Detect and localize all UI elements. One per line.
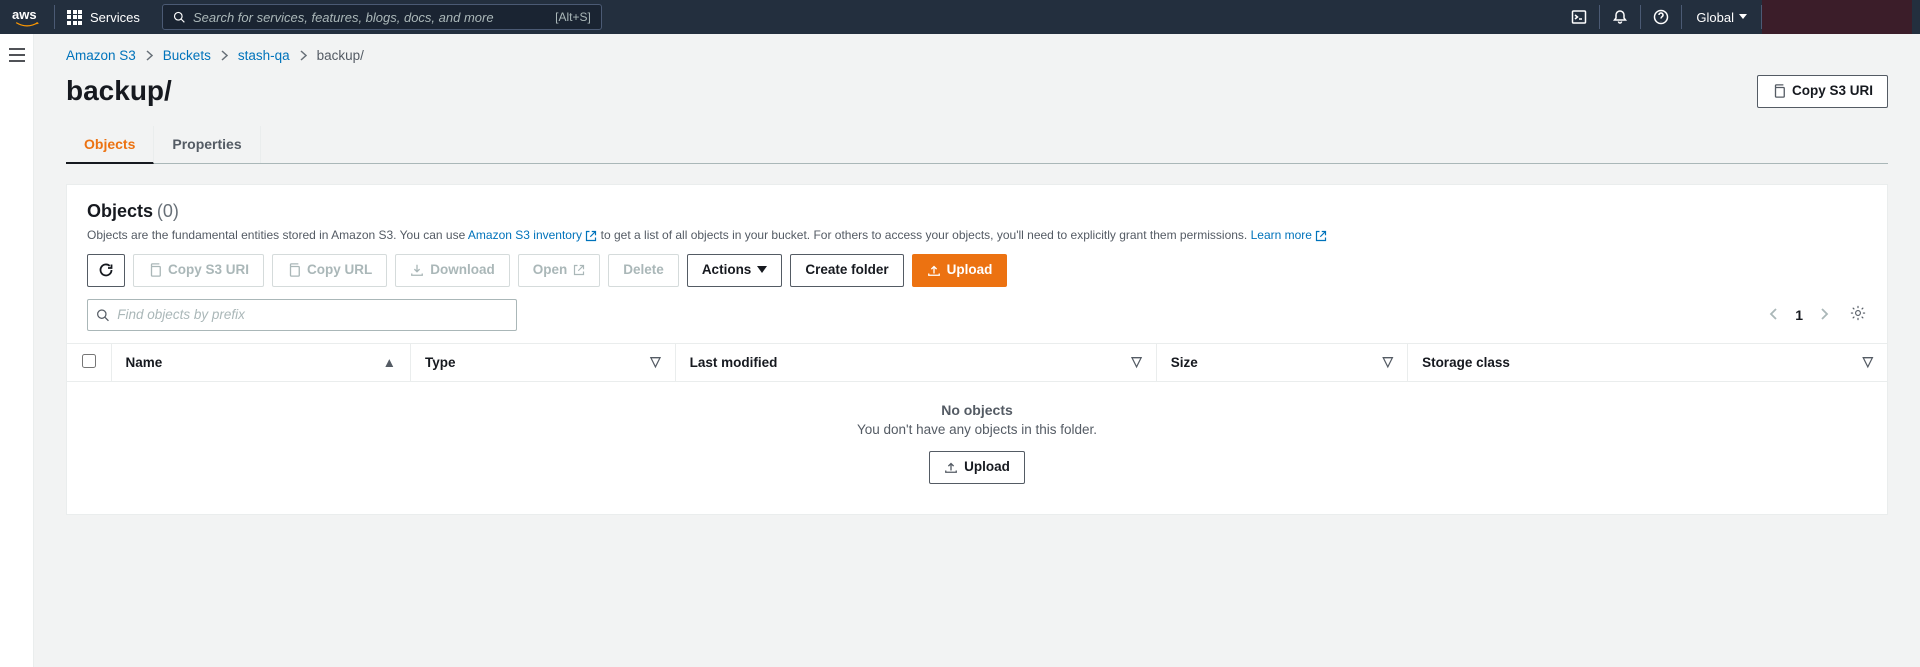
chevron-right-icon [300, 50, 307, 61]
hamburger-icon [9, 48, 25, 62]
col-last-modified[interactable]: Last modified [690, 355, 778, 370]
services-label: Services [90, 10, 140, 25]
page-current: 1 [1795, 307, 1803, 323]
main-content: Amazon S3 Buckets stash-qa backup/ backu… [34, 34, 1920, 667]
help-button[interactable] [1641, 0, 1681, 34]
breadcrumb-amazon-s3[interactable]: Amazon S3 [66, 48, 136, 63]
col-size[interactable]: Size [1171, 355, 1198, 370]
search-icon [96, 308, 109, 322]
prefix-filter[interactable] [87, 299, 517, 331]
copy-icon [287, 263, 301, 277]
download-button[interactable]: Download [395, 254, 510, 287]
cloudshell-button[interactable] [1559, 0, 1599, 34]
side-rail [0, 34, 34, 667]
copy-s3-uri-top-button[interactable]: Copy S3 URI [1757, 75, 1888, 108]
top-nav-right: Global [1559, 0, 1912, 34]
sort-asc-icon: ▲ [383, 355, 396, 370]
chevron-left-icon [1769, 308, 1777, 320]
copy-url-button[interactable]: Copy URL [272, 254, 387, 287]
search-shortcut: [Alt+S] [555, 10, 591, 24]
hamburger-button[interactable] [9, 48, 25, 667]
empty-subtitle: You don't have any objects in this folde… [67, 422, 1887, 437]
upload-button[interactable]: Upload [912, 254, 1008, 287]
cloudshell-icon [1571, 9, 1587, 25]
prefix-input[interactable] [117, 307, 508, 322]
help-icon [1653, 9, 1669, 25]
breadcrumb-buckets[interactable]: Buckets [163, 48, 211, 63]
refresh-icon [98, 262, 114, 278]
caret-down-icon [757, 266, 767, 274]
upload-icon [927, 263, 941, 277]
page-next[interactable] [1815, 305, 1835, 325]
link-learn-more[interactable]: Learn more [1251, 228, 1328, 242]
empty-state: No objects You don't have any objects in… [67, 382, 1887, 514]
table-settings-button[interactable] [1849, 304, 1867, 325]
services-grid-icon [67, 10, 82, 25]
empty-title: No objects [67, 402, 1887, 418]
tabs: Objects Properties [66, 126, 1888, 164]
aws-logo[interactable]: aws [0, 0, 54, 34]
objects-panel: Objects (0) Objects are the fundamental … [66, 184, 1888, 515]
pagination: 1 [1763, 305, 1835, 325]
select-all-checkbox[interactable] [82, 354, 96, 368]
download-icon [410, 263, 424, 277]
top-nav-left: aws Services [Alt+S] [0, 0, 602, 34]
sort-icon: ▽ [1131, 354, 1141, 370]
breadcrumbs: Amazon S3 Buckets stash-qa backup/ [66, 48, 1888, 63]
actions-dropdown[interactable]: Actions [687, 254, 783, 287]
external-link-icon [573, 264, 585, 276]
objects-table: Name▲ Type▽ Last modified▽ Size▽ Storage [67, 343, 1887, 514]
sort-icon: ▽ [650, 354, 660, 370]
refresh-button[interactable] [87, 254, 125, 287]
empty-upload-button[interactable]: Upload [929, 451, 1025, 484]
panel-title: Objects [87, 201, 153, 221]
tab-properties[interactable]: Properties [154, 126, 260, 163]
open-button[interactable]: Open [518, 254, 601, 287]
chevron-right-icon [146, 50, 153, 61]
sort-icon: ▽ [1383, 354, 1393, 370]
col-name[interactable]: Name [126, 355, 163, 370]
create-folder-button[interactable]: Create folder [790, 254, 903, 287]
region-label: Global [1696, 10, 1734, 25]
delete-button[interactable]: Delete [608, 254, 679, 287]
top-nav: aws Services [Alt+S] Global [0, 0, 1920, 34]
upload-icon [944, 460, 958, 474]
region-selector[interactable]: Global [1682, 10, 1761, 25]
page-prev[interactable] [1763, 305, 1783, 325]
external-link-icon [585, 230, 597, 242]
col-storage-class[interactable]: Storage class [1422, 355, 1510, 370]
search-icon [173, 10, 185, 24]
chevron-down-icon [1739, 14, 1747, 20]
panel-desc: Objects are the fundamental entities sto… [87, 228, 1867, 242]
gear-icon [1849, 304, 1867, 322]
copy-icon [1772, 84, 1786, 98]
chevron-right-icon [1821, 308, 1829, 320]
copy-s3-uri-top-label: Copy S3 URI [1792, 82, 1873, 101]
services-button[interactable]: Services [55, 0, 152, 34]
external-link-icon [1315, 230, 1327, 242]
notifications-button[interactable] [1600, 0, 1640, 34]
breadcrumb-bucket-name[interactable]: stash-qa [238, 48, 290, 63]
search-box[interactable]: [Alt+S] [162, 4, 602, 30]
copy-icon [148, 263, 162, 277]
copy-s3-uri-button[interactable]: Copy S3 URI [133, 254, 264, 287]
link-s3-inventory[interactable]: Amazon S3 inventory [468, 228, 597, 242]
account-menu[interactable] [1762, 0, 1912, 34]
sort-icon: ▽ [1863, 354, 1873, 370]
chevron-right-icon [221, 50, 228, 61]
search-input[interactable] [193, 10, 555, 25]
bell-icon [1612, 9, 1628, 25]
action-row: Copy S3 URI Copy URL Download Open Delet… [67, 242, 1887, 287]
breadcrumb-current: backup/ [317, 48, 364, 63]
panel-count: (0) [157, 201, 179, 221]
col-type[interactable]: Type [425, 355, 456, 370]
page-title: backup/ [66, 75, 172, 107]
tab-objects[interactable]: Objects [66, 126, 154, 164]
